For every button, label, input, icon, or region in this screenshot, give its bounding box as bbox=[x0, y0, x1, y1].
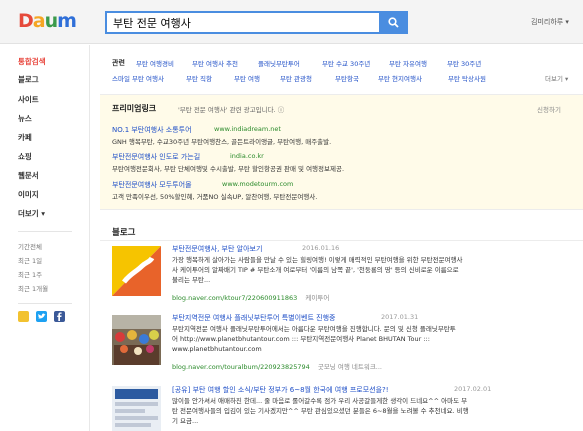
sidebar-divider bbox=[18, 231, 72, 232]
kakaostory-share-icon[interactable] bbox=[18, 311, 29, 322]
ad-desc: GNH 행복부탄, 수교30주년 부탄여행찬스, 골든트라이앵글, 부탄여행, … bbox=[112, 138, 332, 146]
related-item[interactable]: 부탄항국 bbox=[335, 73, 359, 83]
blog-post-snippet: 많이들 안가셔서 애매하진 한데... 줄 마음로 롤어갈수록 점가 우리 사공… bbox=[172, 397, 468, 405]
period-1day[interactable]: 최근 1일 bbox=[18, 255, 42, 265]
related-item[interactable]: 부탄 여행사 추천 bbox=[192, 58, 238, 68]
blog-post-title[interactable]: 부탄지역전문 여행사 플래닛부탄투어 특별이벤트 진행중 bbox=[172, 313, 335, 323]
search-icon bbox=[388, 17, 399, 28]
blog-post-date: 2017.01.31 bbox=[381, 313, 419, 321]
blog-post-date: 2016.01.16 bbox=[302, 244, 340, 252]
related-item[interactable]: 부탄 여행 bbox=[234, 73, 260, 83]
premium-links: 프리미엄링크 '부탄 전문 여행사' 관련 광고입니다. ⓘ 신청하기 NO.1… bbox=[100, 94, 583, 210]
search-input[interactable] bbox=[107, 13, 347, 32]
blog-post-source: blog.naver.com/ktour7/220600911863 케이투어 bbox=[172, 292, 329, 302]
ad-url: india.co.kr bbox=[230, 152, 264, 160]
ad-desc: 부탄여행전문회사, 부탄 단체여행및 수시출발, 부탄 할인항공권 판매 및 여… bbox=[112, 165, 345, 173]
festival-crowd-thumbnail[interactable] bbox=[112, 315, 161, 365]
related-item[interactable]: 부탄 직항 bbox=[186, 73, 212, 83]
blog-post-snippet: 어 http://www.planetbhutantour.com ::: 부탄… bbox=[172, 335, 430, 343]
related-item[interactable]: 부탄 관광청 bbox=[280, 73, 312, 83]
blog-post-title[interactable]: [공유] 부탄 여행 할인 소식/부탄 정부가 6~8월 한국에 여행 프로모션… bbox=[172, 385, 389, 395]
logo-letter-d: D bbox=[18, 10, 34, 32]
ad-desc: 고객 만족이우선, 50%할인혜, 거품NO 실속UP, 알찬여행, 부탄전문여… bbox=[112, 193, 318, 201]
logo-letter-u: u bbox=[44, 10, 58, 32]
blog-post-snippet: 기 요금... bbox=[172, 417, 199, 425]
blog-post-url[interactable]: blog.naver.com/ktour7/220600911863 bbox=[172, 294, 297, 302]
period-all[interactable]: 기간전체 bbox=[18, 241, 42, 251]
ad-title[interactable]: 부탄전문여행사 모두투어몰 bbox=[112, 180, 192, 190]
sidebar-item-site[interactable]: 사이트 bbox=[18, 94, 39, 105]
related-searches: 관련 부탄 여행경비 부탄 여행사 추천 플래닛부탄투어 부탄 수교 30주년 … bbox=[100, 50, 583, 88]
blog-post-date: 2017.02.01 bbox=[454, 385, 492, 393]
related-item[interactable]: 스마일 부탄 여행사 bbox=[112, 73, 164, 83]
related-item[interactable]: 부탄 자유여행 bbox=[389, 58, 427, 68]
blog-section-heading[interactable]: 블로그 bbox=[112, 226, 135, 238]
blog-post-snippet: 탄 전문여행사들의 입김이 있는 기사겠지만^^ 부탄 관심있으셨던 분들은 6… bbox=[172, 407, 469, 415]
premium-apply-link[interactable]: 신청하기 bbox=[537, 104, 561, 114]
twitter-share-icon[interactable] bbox=[36, 311, 47, 322]
related-more-button[interactable]: 더보기 ▾ bbox=[545, 73, 568, 83]
blog-post-snippet: www.planetbhutantour.com bbox=[172, 345, 262, 353]
related-item[interactable]: 부탄 탁상사원 bbox=[448, 73, 486, 83]
blog-author[interactable]: 굿모닝 여행 네트워크... bbox=[318, 363, 382, 371]
logo-letter-m: m bbox=[57, 10, 77, 32]
period-1week[interactable]: 최근 1주 bbox=[18, 269, 42, 279]
top-header: Daum 김미리하루 ▾ bbox=[0, 0, 583, 44]
ad-url: www.indiadream.net bbox=[214, 125, 281, 133]
sidebar-item-news[interactable]: 뉴스 bbox=[18, 113, 32, 124]
search-box bbox=[105, 11, 381, 34]
related-item[interactable]: 부탄 수교 30주년 bbox=[322, 58, 370, 68]
related-label: 관련 bbox=[112, 59, 125, 67]
facebook-share-icon[interactable] bbox=[54, 311, 65, 322]
sidebar-item-cafe[interactable]: 카페 bbox=[18, 132, 32, 143]
related-item[interactable]: 부탄 여행경비 bbox=[136, 58, 174, 68]
sidebar-item-webdoc[interactable]: 웹문서 bbox=[18, 170, 39, 181]
logo-letter-a: a bbox=[32, 10, 46, 32]
sidebar-item-more[interactable]: 더보기 ▾ bbox=[18, 208, 45, 219]
promo-poster-thumbnail[interactable] bbox=[112, 386, 161, 431]
user-menu[interactable]: 김미리하루 ▾ bbox=[531, 17, 569, 27]
daum-logo[interactable]: Daum bbox=[18, 10, 77, 32]
blog-post-snippet: 부탄지역전문 여행사 플래닛부탄투어에서는 아름다운 부탄여행을 진행합니다. … bbox=[172, 325, 456, 333]
sidebar-item-image[interactable]: 이미지 bbox=[18, 189, 39, 200]
blog-post-source: blog.naver.com/touralbum/220923825794 굿모… bbox=[172, 361, 382, 371]
blog-post-snippet: 가장 행복하게 살아가는 사람들을 만날 수 있는 힐링여행! 이렇게 매력적인… bbox=[172, 256, 463, 264]
related-item[interactable]: 부탄 현지여행사 bbox=[378, 73, 422, 83]
related-item[interactable]: 부탄 30주년 bbox=[447, 58, 481, 68]
ad-title[interactable]: NO.1 부탄여행사 소통투어 bbox=[112, 125, 192, 135]
bhutan-flag-thumbnail[interactable] bbox=[112, 246, 161, 296]
ad-title[interactable]: 부탄전문여행사 인도로 가는길 bbox=[112, 152, 200, 162]
sidebar-item-shopping[interactable]: 쇼핑 bbox=[18, 151, 32, 162]
premium-title: 프리미엄링크 bbox=[112, 104, 157, 113]
period-1month[interactable]: 최근 1개월 bbox=[18, 283, 48, 293]
blog-post-snippet: 불리는 부탄... bbox=[172, 276, 211, 284]
ad-url: www.modetourm.com bbox=[222, 180, 294, 188]
blog-post-snippet: 사 케이투어의 알짜배기 TIP # 부탄소개 여로부터 '이름의 남쪽 끝',… bbox=[172, 266, 459, 274]
section-divider bbox=[100, 240, 583, 241]
blog-author[interactable]: 케이투어 bbox=[305, 294, 329, 302]
blog-post-title[interactable]: 부탄전문여행사, 부탄 알아보기 bbox=[172, 244, 262, 254]
blog-post-url[interactable]: blog.naver.com/touralbum/220923825794 bbox=[172, 363, 310, 371]
sidebar-item-blog[interactable]: 블로그 bbox=[18, 74, 39, 85]
sidebar-divider bbox=[18, 303, 72, 304]
sidebar: 통합검색 블로그 사이트 뉴스 카페 쇼핑 웹문서 이미지 더보기 ▾ 기간전체… bbox=[0, 45, 90, 431]
related-item[interactable]: 플래닛부탄투어 bbox=[258, 58, 300, 68]
premium-note: '부탄 전문 여행사' 관련 광고입니다. ⓘ bbox=[178, 106, 285, 114]
sidebar-item-all[interactable]: 통합검색 bbox=[18, 56, 46, 67]
search-button[interactable] bbox=[380, 11, 408, 34]
